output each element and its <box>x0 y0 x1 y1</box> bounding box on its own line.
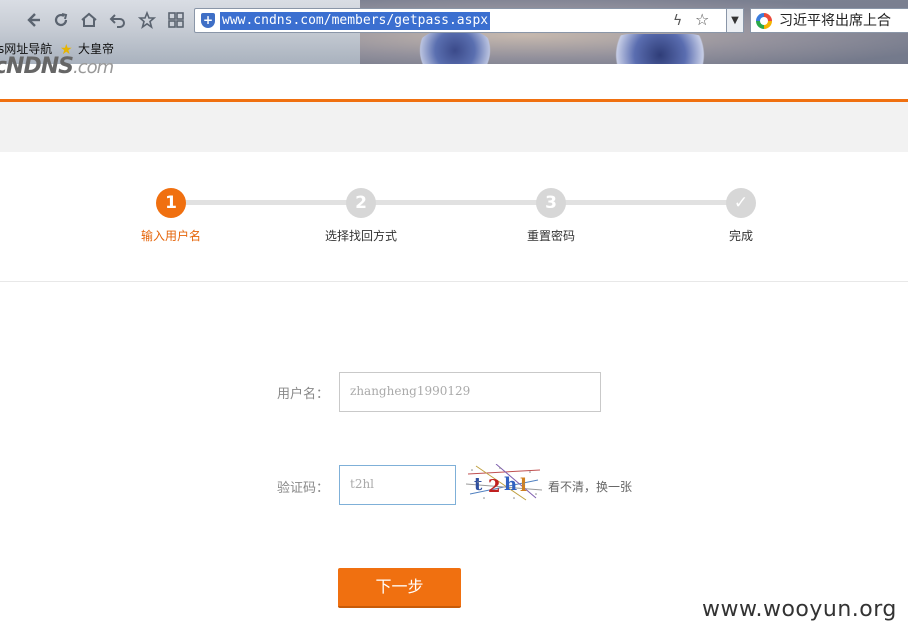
undo-icon[interactable] <box>107 9 129 31</box>
svg-text:t: t <box>474 474 483 495</box>
svg-text:2: 2 <box>488 476 501 497</box>
progress-track <box>171 200 741 205</box>
progress-steps: 1 输入用户名 2 选择找回方式 3 重置密码 ✓ 完成 <box>0 152 908 282</box>
step-1-circle: 1 <box>156 188 186 218</box>
refresh-icon[interactable] <box>50 9 72 31</box>
logo-thin: .com <box>72 57 114 78</box>
step-2-circle: 2 <box>346 188 376 218</box>
lightning-icon[interactable]: ϟ <box>673 12 687 30</box>
step-1-label: 输入用户名 <box>140 229 202 243</box>
nav-band <box>0 102 908 152</box>
back-icon[interactable] <box>22 9 44 31</box>
step-2-label: 选择找回方式 <box>324 229 398 243</box>
logo-bold: cNDNS <box>0 54 74 79</box>
search-text[interactable]: 习近平将出席上合 <box>779 11 891 31</box>
favorite-star-icon[interactable] <box>136 9 158 31</box>
username-label: 用户名： <box>277 387 330 402</box>
step-3-label: 重置密码 <box>526 229 576 243</box>
apps-grid-icon[interactable] <box>165 9 187 31</box>
next-step-button[interactable]: 下一步 <box>338 568 461 608</box>
address-bar[interactable]: + www.cndns.com/members/getpass.aspx ϟ ☆ <box>194 8 744 33</box>
captcha-input[interactable]: t2hl <box>339 465 456 505</box>
bookmark-star-icon[interactable]: ☆ <box>695 11 713 29</box>
url-text[interactable]: www.cndns.com/members/getpass.aspx <box>220 12 491 30</box>
site-header: cNDNS.com <box>0 54 908 100</box>
svg-text:l: l <box>520 475 527 496</box>
site-logo[interactable]: cNDNS.com <box>0 54 114 79</box>
search-box[interactable]: 习近平将出席上合 <box>750 8 908 33</box>
step-4-label: 完成 <box>728 229 754 243</box>
browser-toolbar: + www.cndns.com/members/getpass.aspx ϟ ☆… <box>0 0 908 64</box>
watermark: www.wooyun.org <box>702 597 897 622</box>
captcha-label: 验证码： <box>277 481 330 496</box>
security-shield-icon: + <box>201 13 215 28</box>
address-dropdown-icon[interactable]: ▼ <box>726 8 744 33</box>
svg-text:h: h <box>504 474 517 495</box>
step-4-check-icon: ✓ <box>726 188 756 218</box>
captcha-refresh-link[interactable]: 看不清，换一张 <box>548 478 632 495</box>
step-3-circle: 3 <box>536 188 566 218</box>
captcha-image[interactable]: t 2 h l <box>466 464 542 502</box>
home-icon[interactable] <box>78 9 100 31</box>
page: + www.cndns.com/members/getpass.aspx ϟ ☆… <box>0 0 908 638</box>
toolbar-background-art-eye <box>600 34 720 64</box>
search-engine-logo-icon <box>756 13 772 29</box>
username-input[interactable]: zhangheng1990129 <box>339 372 601 412</box>
